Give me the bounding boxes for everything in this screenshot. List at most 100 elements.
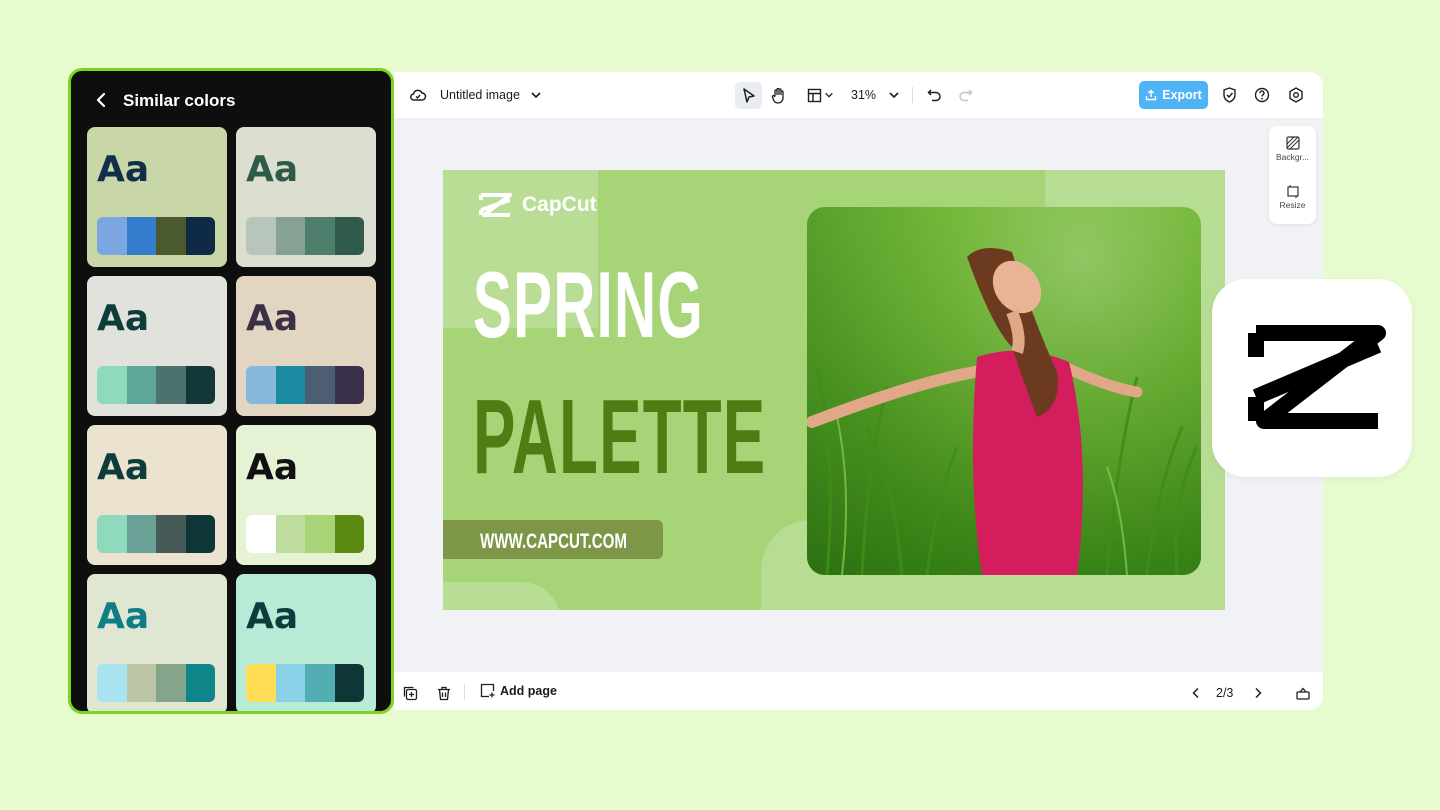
font-sample: Aa — [97, 298, 150, 339]
upload-icon — [1146, 89, 1157, 101]
undo-icon[interactable] — [924, 85, 944, 105]
chevron-down-icon[interactable] — [528, 87, 544, 103]
expand-icon[interactable] — [1293, 683, 1313, 703]
font-sample: Aa — [97, 447, 150, 488]
color-swatch — [156, 217, 186, 255]
hand-icon[interactable] — [769, 85, 789, 105]
capcut-logo-icon — [1248, 325, 1386, 429]
zoom-level[interactable]: 31% — [851, 88, 876, 102]
layout-chevron-icon[interactable] — [822, 87, 836, 103]
bottom-divider — [464, 684, 465, 700]
palette-card[interactable]: Aa — [87, 127, 227, 267]
color-swatches — [97, 217, 215, 255]
cloud-icon[interactable] — [408, 85, 428, 105]
hero-photo[interactable] — [807, 207, 1201, 575]
color-swatch — [275, 366, 305, 404]
font-sample: Aa — [246, 298, 299, 339]
shield-icon[interactable] — [1219, 85, 1239, 105]
font-sample: Aa — [246, 596, 299, 637]
toolbar-divider — [912, 87, 913, 103]
settings-icon[interactable] — [1286, 85, 1306, 105]
color-swatch — [246, 664, 276, 702]
font-sample: Aa — [97, 596, 150, 637]
color-swatches — [97, 366, 215, 404]
font-sample: Aa — [246, 149, 299, 190]
add-page-button[interactable]: Add page — [480, 683, 557, 698]
next-page-icon[interactable] — [1248, 683, 1268, 703]
palette-card[interactable]: Aa — [87, 276, 227, 416]
color-swatch — [305, 217, 335, 255]
background-label: Backgr... — [1275, 152, 1310, 162]
similar-colors-panel: Similar colors Aa Aa Aa Aa Aa Aa Aa Aa — [68, 68, 394, 714]
top-toolbar: Untitled image 31% Export — [394, 72, 1323, 118]
color-swatches — [246, 515, 364, 553]
background-tool[interactable]: Backgr... — [1269, 136, 1316, 162]
color-swatch — [305, 664, 335, 702]
palette-card[interactable]: Aa — [236, 276, 376, 416]
color-swatch — [185, 664, 215, 702]
color-swatch — [305, 515, 335, 553]
resize-label: Resize — [1279, 200, 1306, 210]
document-title[interactable]: Untitled image — [440, 88, 520, 102]
panel-title: Similar colors — [123, 91, 236, 110]
brand-logo[interactable]: CapCut — [479, 192, 597, 218]
palette-card[interactable]: Aa — [87, 574, 227, 711]
export-label: Export — [1162, 88, 1202, 102]
color-swatches — [97, 664, 215, 702]
bottom-toolbar: Add page 2/3 — [394, 672, 1323, 710]
color-swatch — [246, 366, 276, 404]
color-swatch — [334, 366, 364, 404]
color-swatches — [246, 366, 364, 404]
color-swatches — [246, 217, 364, 255]
color-swatch — [97, 366, 127, 404]
color-swatch — [185, 515, 215, 553]
help-icon[interactable] — [1252, 85, 1272, 105]
color-swatch — [334, 217, 364, 255]
capcut-logo-icon — [479, 193, 512, 217]
headline-line-1[interactable]: SPRING — [473, 258, 704, 352]
woman-in-field-image — [807, 207, 1201, 575]
trash-icon[interactable] — [434, 683, 454, 703]
export-button[interactable]: Export — [1139, 81, 1208, 109]
color-swatch — [275, 515, 305, 553]
color-swatch — [97, 664, 127, 702]
add-page-icon — [480, 683, 495, 698]
zoom-chevron-icon[interactable] — [886, 87, 902, 103]
color-swatch — [126, 366, 156, 404]
color-swatch — [246, 515, 276, 553]
palette-card[interactable]: Aa — [87, 425, 227, 565]
chevron-left-icon[interactable] — [93, 91, 111, 109]
design-canvas[interactable]: CapCut SPRING PALETTE WWW.CAPCUT.COM — [443, 170, 1225, 610]
color-swatch — [334, 664, 364, 702]
color-swatch — [275, 217, 305, 255]
prev-page-icon[interactable] — [1186, 683, 1206, 703]
color-swatch — [156, 366, 186, 404]
resize-icon — [1286, 185, 1299, 198]
color-swatch — [126, 217, 156, 255]
headline-line-2[interactable]: PALETTE — [473, 384, 766, 490]
decor-block — [443, 582, 561, 610]
color-swatch — [185, 366, 215, 404]
capcut-app-icon — [1212, 279, 1412, 477]
color-swatch — [185, 217, 215, 255]
color-swatch — [126, 515, 156, 553]
color-swatch — [97, 217, 127, 255]
color-swatch — [246, 217, 276, 255]
color-swatches — [97, 515, 215, 553]
add-page-label: Add page — [500, 683, 557, 698]
duplicate-icon[interactable] — [400, 683, 420, 703]
palette-card[interactable]: Aa — [236, 574, 376, 711]
panel-header: Similar colors — [71, 71, 391, 129]
pointer-icon[interactable] — [735, 82, 762, 109]
url-pill[interactable]: WWW.CAPCUT.COM — [443, 520, 663, 559]
font-sample: Aa — [246, 447, 299, 488]
color-swatch — [97, 515, 127, 553]
palette-card[interactable]: Aa — [236, 425, 376, 565]
color-swatch — [126, 664, 156, 702]
layout-icon[interactable] — [804, 85, 824, 105]
background-icon — [1285, 136, 1300, 150]
redo-icon[interactable] — [955, 85, 975, 105]
resize-tool[interactable]: Resize — [1269, 184, 1316, 210]
brand-name: CapCut — [522, 193, 597, 216]
palette-card[interactable]: Aa — [236, 127, 376, 267]
